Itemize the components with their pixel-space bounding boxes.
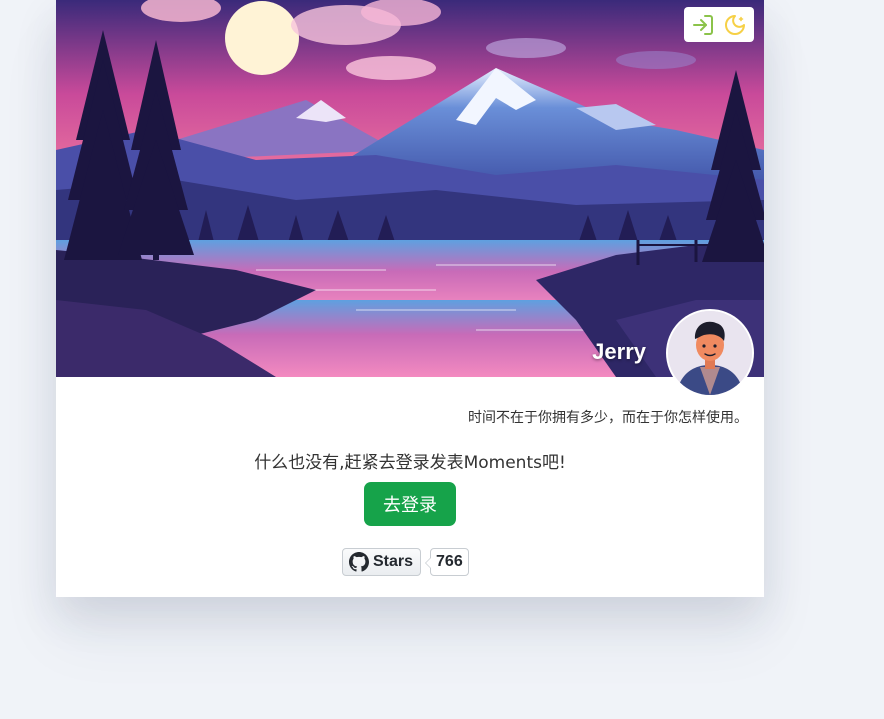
empty-state-message: 什么也没有,赶紧去登录发表Moments吧! — [254, 453, 566, 473]
github-stars-label: Stars — [373, 553, 414, 570]
login-button-icon-wrap[interactable] — [690, 12, 716, 38]
moon-icon[interactable] — [723, 13, 747, 37]
username: Jerry — [592, 339, 646, 364]
github-stars-count[interactable]: 766 — [425, 548, 469, 576]
user-avatar-illustration — [668, 311, 752, 395]
github-stars-widget: Stars 766 — [342, 547, 469, 577]
header-banner: Jerry — [56, 0, 764, 377]
header-toolbar — [684, 7, 754, 42]
theme-toggle-button[interactable] — [722, 12, 748, 38]
moments-card: Jerry 时间不在于你拥有多少，而在于你怎样使用。 什么也没有,赶紧去登录发表… — [56, 0, 764, 597]
motto-text: 时间不在于你拥有多少，而在于你怎样使用。 — [468, 410, 748, 426]
login-arrow-icon[interactable] — [691, 13, 715, 37]
github-stars-button[interactable]: Stars — [342, 548, 422, 576]
github-icon — [349, 552, 369, 572]
avatar[interactable] — [666, 309, 754, 397]
login-button[interactable]: 去登录 — [364, 482, 456, 526]
landscape-banner-image — [56, 0, 764, 377]
